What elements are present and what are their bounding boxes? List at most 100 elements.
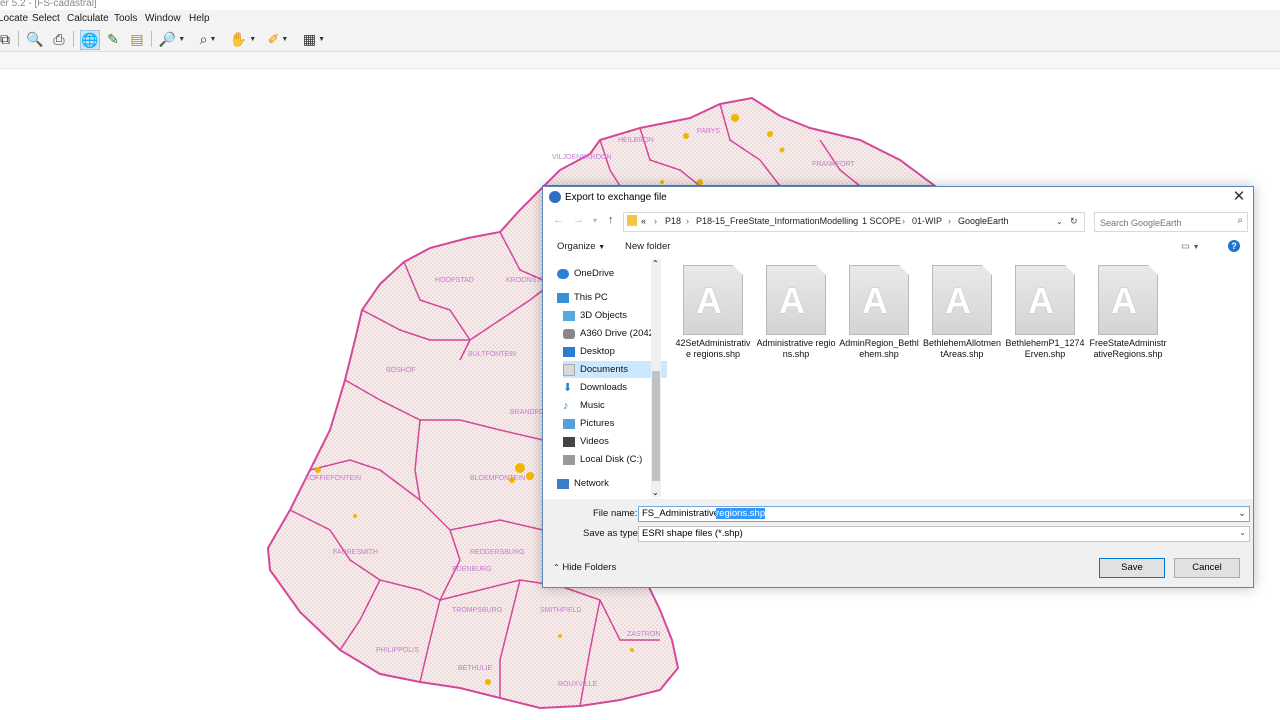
- download-icon: ⬇: [563, 381, 573, 394]
- document-icon: [563, 363, 575, 376]
- breadcrumb-scope[interactable]: 1 SCOPE: [862, 216, 901, 226]
- menu-locate[interactable]: Locate: [0, 13, 28, 24]
- file-item[interactable]: A BethlehemP1_1274Erven.shp: [1005, 265, 1085, 360]
- zoom-icon[interactable]: 🔎 ▼: [158, 30, 186, 48]
- menu-help[interactable]: Help: [189, 13, 210, 24]
- edit-chart-icon[interactable]: ✎: [104, 30, 122, 48]
- file-item[interactable]: A Administrative regions.shp: [756, 265, 836, 360]
- map-label: EDENBURG: [452, 566, 492, 573]
- filename-dropdown-icon[interactable]: ⌄: [1238, 508, 1246, 519]
- address-dropdown-icon[interactable]: ⌄: [1056, 217, 1063, 226]
- map-label: BLOEMFONTEIN: [470, 475, 525, 482]
- menu-select[interactable]: Select: [32, 13, 60, 24]
- shapefile-icon: A: [932, 265, 992, 335]
- print-preview-icon[interactable]: 🔍: [26, 30, 44, 48]
- music-icon: ♪: [563, 399, 569, 412]
- network-icon: [557, 478, 569, 489]
- file-item[interactable]: A FreeStateAdministrativeRegions.shp: [1088, 265, 1168, 360]
- scroll-up-icon[interactable]: ⌃: [652, 259, 659, 268]
- recent-dropdown-icon[interactable]: ▾: [593, 216, 597, 225]
- map-label: VILJOENSKROON: [552, 154, 612, 161]
- nav-this-pc[interactable]: This PC: [557, 289, 661, 306]
- app-globe-icon: [549, 191, 561, 203]
- close-icon[interactable]: ✕: [1231, 189, 1247, 205]
- print-icon[interactable]: ⎙: [50, 30, 68, 48]
- shapefile-icon: A: [1098, 265, 1158, 335]
- file-item[interactable]: A 42SetAdministrative regions.shp: [673, 265, 753, 360]
- back-icon[interactable]: ←: [553, 214, 564, 226]
- drive-icon: [563, 328, 575, 339]
- map-label: REDDERSBURG: [470, 549, 524, 556]
- address-bar-row: ← → ▾ ↑ « › P18 › P18-15_FreeState_Infor…: [543, 211, 1253, 233]
- refresh-icon[interactable]: ↻: [1070, 216, 1078, 227]
- export-dialog: Export to exchange file ✕ ← → ▾ ↑ « › P1…: [542, 186, 1254, 588]
- map-label: BULTFONTEIN: [468, 351, 516, 358]
- new-folder-button[interactable]: New folder: [625, 241, 670, 252]
- up-icon[interactable]: ↑: [608, 214, 614, 226]
- scroll-down-icon[interactable]: ⌄: [652, 488, 659, 497]
- search-box[interactable]: ⌕: [1094, 212, 1248, 232]
- chevron-down-icon: ⌄: [1239, 528, 1246, 537]
- pan-hand-icon[interactable]: ✋ ▼: [229, 30, 257, 48]
- map-label: HEILBRON: [618, 137, 654, 144]
- map-label: FAURESMITH: [333, 549, 378, 556]
- file-name-input[interactable]: FS_Administrative regions.shp ⌄: [638, 506, 1250, 522]
- breadcrumb-project[interactable]: P18-15_FreeState_InformationModelling: [696, 216, 858, 226]
- cancel-button[interactable]: Cancel: [1174, 558, 1240, 578]
- folder-icon: [627, 215, 637, 226]
- hide-folders-toggle[interactable]: ⌃ Hide Folders: [553, 562, 616, 573]
- database-icon[interactable]: ▤: [128, 30, 146, 48]
- map-label: ROUXVILLE: [558, 681, 598, 688]
- shapefile-icon: A: [849, 265, 909, 335]
- shapefile-icon: A: [683, 265, 743, 335]
- breadcrumb-overflow[interactable]: «: [641, 216, 646, 226]
- file-list: A 42SetAdministrative regions.shp A Admini…: [661, 259, 1251, 497]
- breadcrumb-p18[interactable]: P18: [665, 216, 681, 226]
- pictures-icon: [563, 418, 575, 429]
- search-icon: ⌕: [1237, 215, 1243, 226]
- dialog-footer: File name: FS_Administrative regions.shp…: [543, 499, 1253, 587]
- dialog-title: Export to exchange file: [565, 192, 667, 203]
- nav-scrollbar[interactable]: ⌃ ⌄: [651, 259, 661, 497]
- file-item[interactable]: A BethlehemAllotmentAreas.shp: [922, 265, 1002, 360]
- disk-icon: [563, 454, 575, 465]
- help-icon[interactable]: ?: [1228, 240, 1240, 252]
- save-type-select[interactable]: ESRI shape files (*.shp) ⌄: [638, 526, 1250, 542]
- computer-icon: [557, 292, 569, 303]
- map-label: KOFFIEFONTEIN: [305, 475, 361, 482]
- videos-icon: [563, 436, 575, 447]
- toolbar: ⧉ 🔍 ⎙ 🌐 ✎ ▤ 🔎 ▼ ⌕ ▼ ✋ ▼ ✐ ▼ ▦ ▼: [0, 27, 1280, 52]
- command-bar: Organize ▼ New folder ▭ ▼ ?: [543, 236, 1253, 258]
- forward-icon[interactable]: →: [573, 214, 584, 226]
- scroll-thumb[interactable]: [652, 371, 660, 481]
- menu-calculate[interactable]: Calculate: [67, 13, 109, 24]
- search-input[interactable]: [1098, 215, 1232, 231]
- shapefile-icon: A: [766, 265, 826, 335]
- map-label: SMITHFIELD: [540, 607, 582, 614]
- highlight-icon[interactable]: ✐ ▼: [264, 30, 292, 48]
- shapefile-icon: A: [1015, 265, 1075, 335]
- nav-network[interactable]: Network: [557, 475, 661, 492]
- map-header-strip: [0, 52, 1280, 69]
- file-item[interactable]: A AdminRegion_Bethlehem.shp: [839, 265, 919, 360]
- address-bar[interactable]: « › P18 › P18-15_FreeState_InformationMo…: [623, 212, 1085, 232]
- grid-icon[interactable]: ▦ ▼: [300, 30, 328, 48]
- view-icon[interactable]: ▭ ▼: [1181, 241, 1200, 252]
- breadcrumb-googleearth[interactable]: GoogleEarth: [958, 216, 1009, 226]
- nav-onedrive[interactable]: OneDrive: [557, 265, 661, 282]
- organize-button[interactable]: Organize ▼: [557, 241, 605, 252]
- breadcrumb-wip[interactable]: 01-WIP: [912, 216, 942, 226]
- dialog-titlebar[interactable]: Export to exchange file ✕: [543, 187, 1253, 209]
- map-label: TROMPSBURG: [452, 607, 502, 614]
- binoculars-icon[interactable]: ⌕ ▼: [194, 30, 222, 48]
- map-label: PHILIPPOLIS: [376, 647, 419, 654]
- globe-icon[interactable]: 🌐: [80, 30, 100, 50]
- menu-window[interactable]: Window: [145, 13, 181, 24]
- copy-icon[interactable]: ⧉: [0, 30, 12, 48]
- save-button[interactable]: Save: [1099, 558, 1165, 578]
- save-type-label: Save as type:: [583, 528, 641, 539]
- app-title: er 5.2 - [FS-cadastral]: [0, 0, 1280, 10]
- navigation-pane: OneDrive This PC 3D Objects A360 Drive (…: [549, 259, 667, 497]
- menu-tools[interactable]: Tools: [114, 13, 137, 24]
- map-label: BOSHOF: [386, 367, 416, 374]
